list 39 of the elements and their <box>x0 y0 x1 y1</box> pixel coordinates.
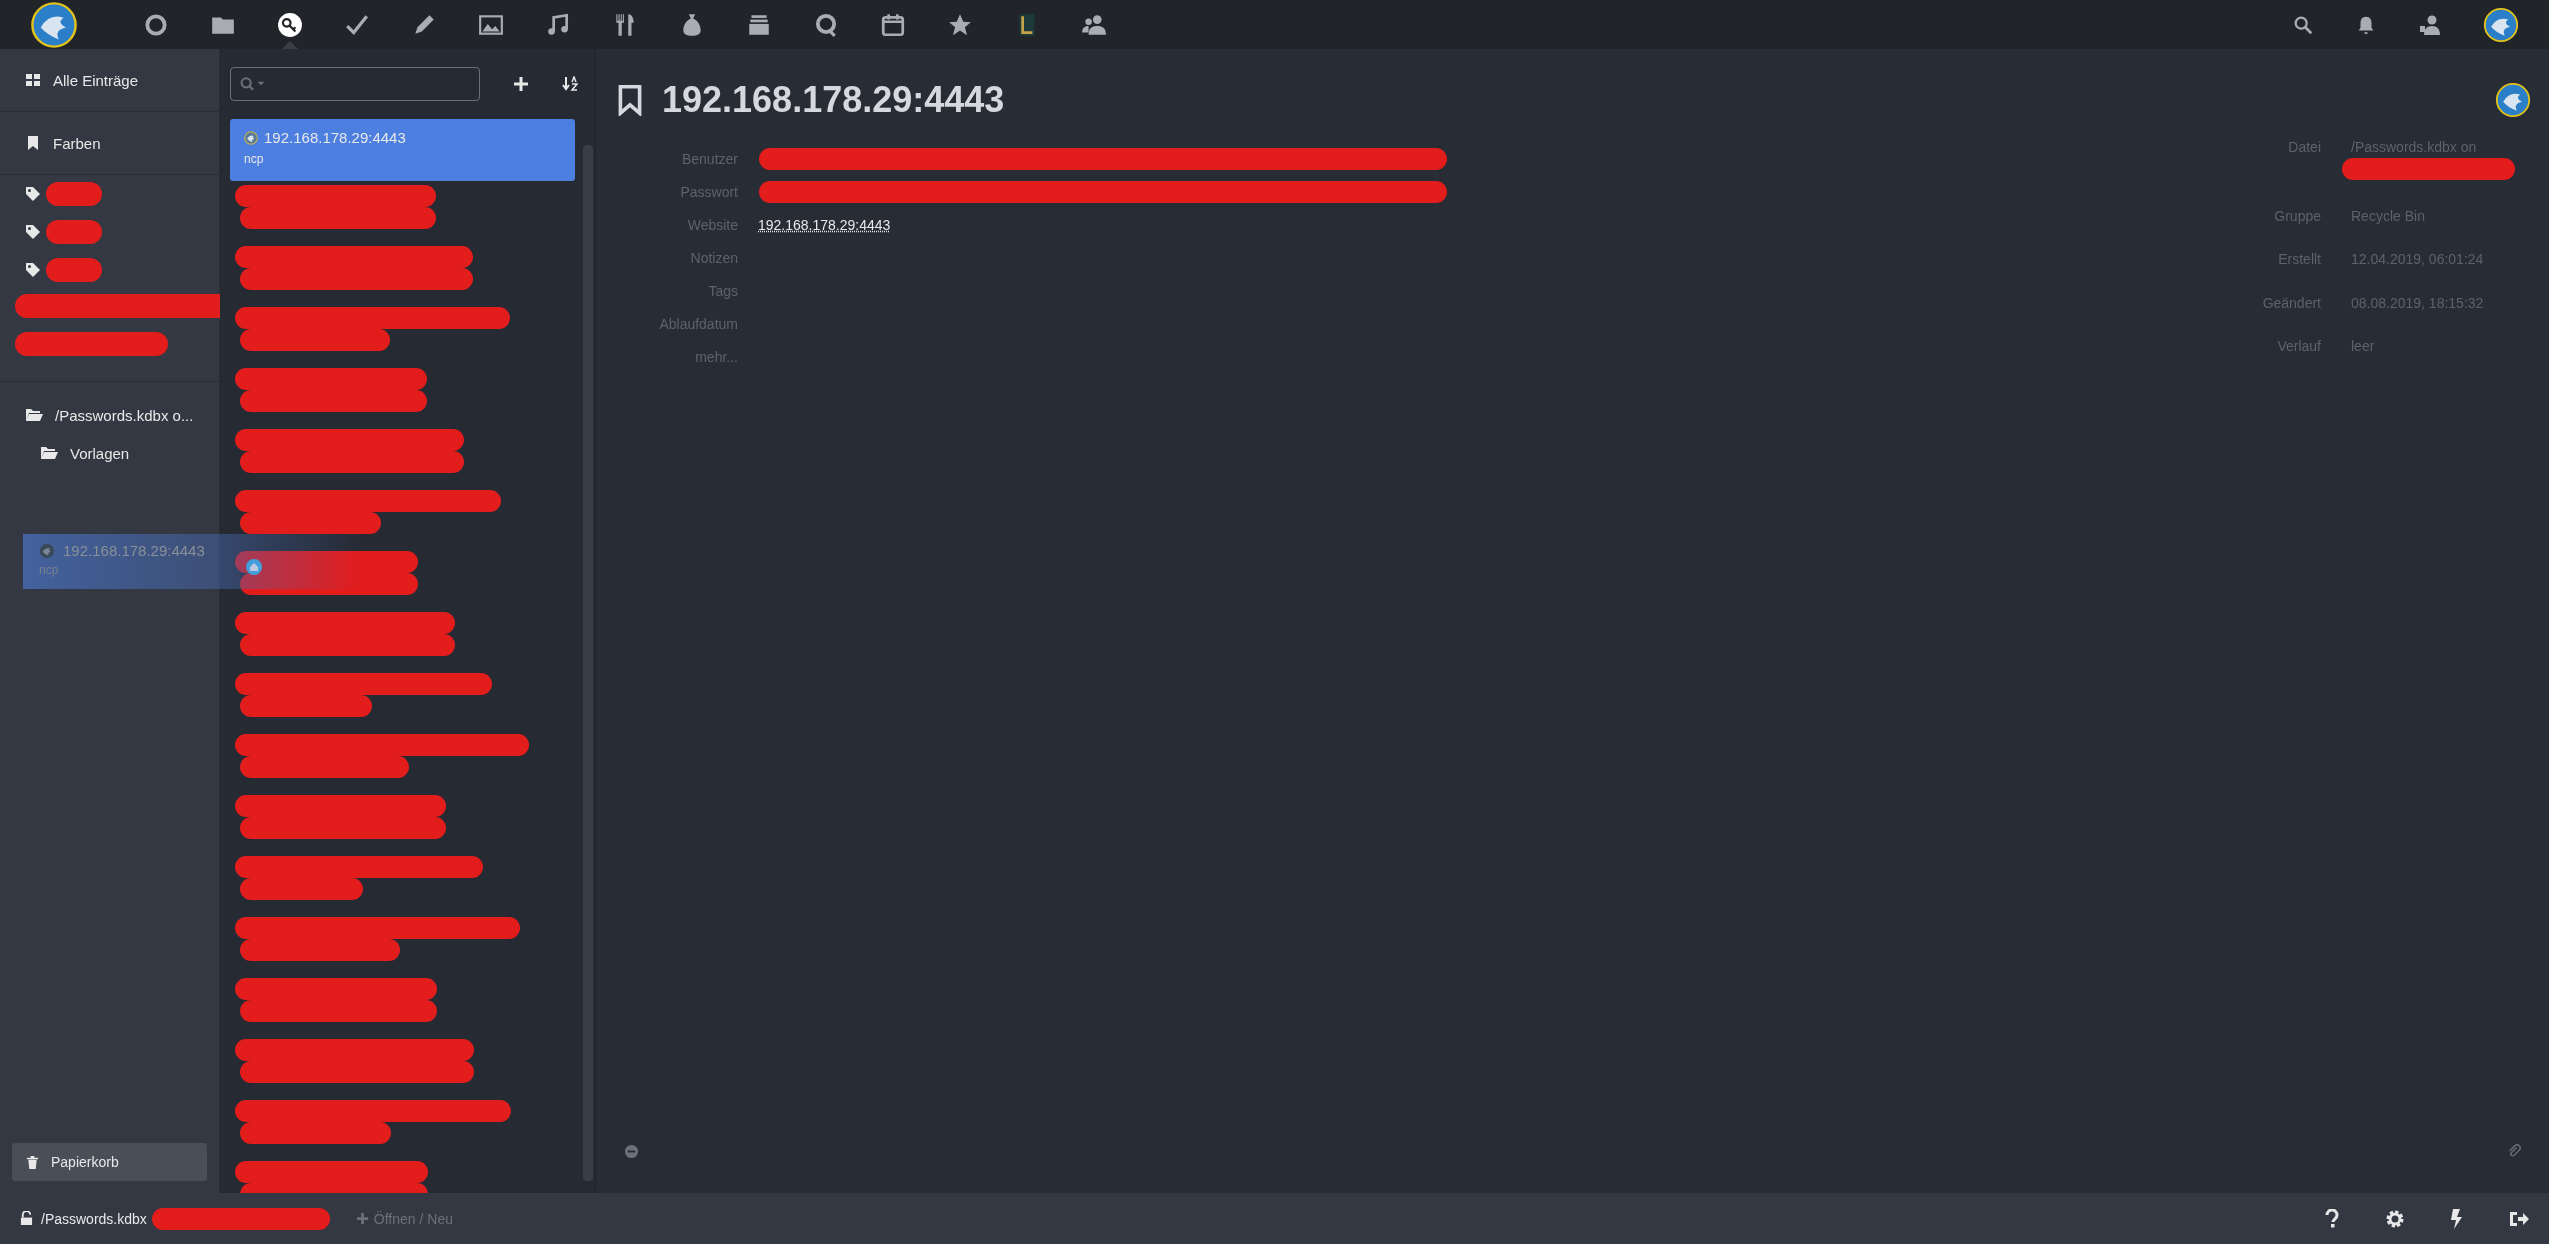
redaction-scribble <box>45 181 103 207</box>
entry-title: 192.168.178.29:4443 <box>662 79 1005 121</box>
drag-title: 192.168.178.29:4443 <box>63 542 205 559</box>
search-field[interactable] <box>230 67 480 101</box>
tag-icon <box>25 224 41 240</box>
plus-icon[interactable] <box>514 77 528 91</box>
unlock-icon <box>20 1211 33 1226</box>
trash-button[interactable]: Papierkorb <box>12 1143 207 1181</box>
sidebar-item[interactable]: Farben <box>0 112 219 175</box>
bookmark-icon[interactable] <box>618 84 642 116</box>
website-link[interactable]: 192.168.178.29:4443 <box>758 217 891 233</box>
folder-item[interactable]: Vorlagen <box>0 434 219 472</box>
trash-icon <box>26 1154 39 1170</box>
sort-icon[interactable] <box>562 76 578 92</box>
folder-icon <box>40 446 58 460</box>
minus-circle-icon[interactable] <box>624 1144 639 1159</box>
globe-icon <box>39 542 55 559</box>
grid-icon <box>25 72 41 88</box>
redaction-scribble <box>45 257 103 283</box>
folder-icon <box>25 408 43 422</box>
redaction-scribble <box>45 219 103 245</box>
sidebar-item[interactable]: Alle Einträge <box>0 49 219 112</box>
tag-icon <box>25 186 41 202</box>
help-icon[interactable] <box>2324 1208 2340 1229</box>
folder-item[interactable]: /Passwords.kdbx o... <box>0 396 219 434</box>
globe-avatar-icon[interactable] <box>30 0 78 49</box>
file-name[interactable]: /Passwords.kdbx <box>41 1210 147 1227</box>
tag-icon <box>25 262 41 278</box>
globe-avatar-icon[interactable] <box>2483 6 2519 43</box>
plus-icon <box>356 1213 368 1224</box>
drag-subtitle: ncp <box>39 563 59 577</box>
bookmark-icon <box>25 135 41 151</box>
lightning-icon[interactable] <box>2450 1208 2464 1229</box>
globe-icon <box>244 130 258 145</box>
paperclip-icon[interactable] <box>2507 1144 2521 1158</box>
settings-icon[interactable] <box>2385 1208 2405 1229</box>
globe-avatar-icon[interactable] <box>2495 82 2531 118</box>
search-icon <box>239 76 267 92</box>
logout-icon[interactable] <box>2509 1209 2529 1228</box>
